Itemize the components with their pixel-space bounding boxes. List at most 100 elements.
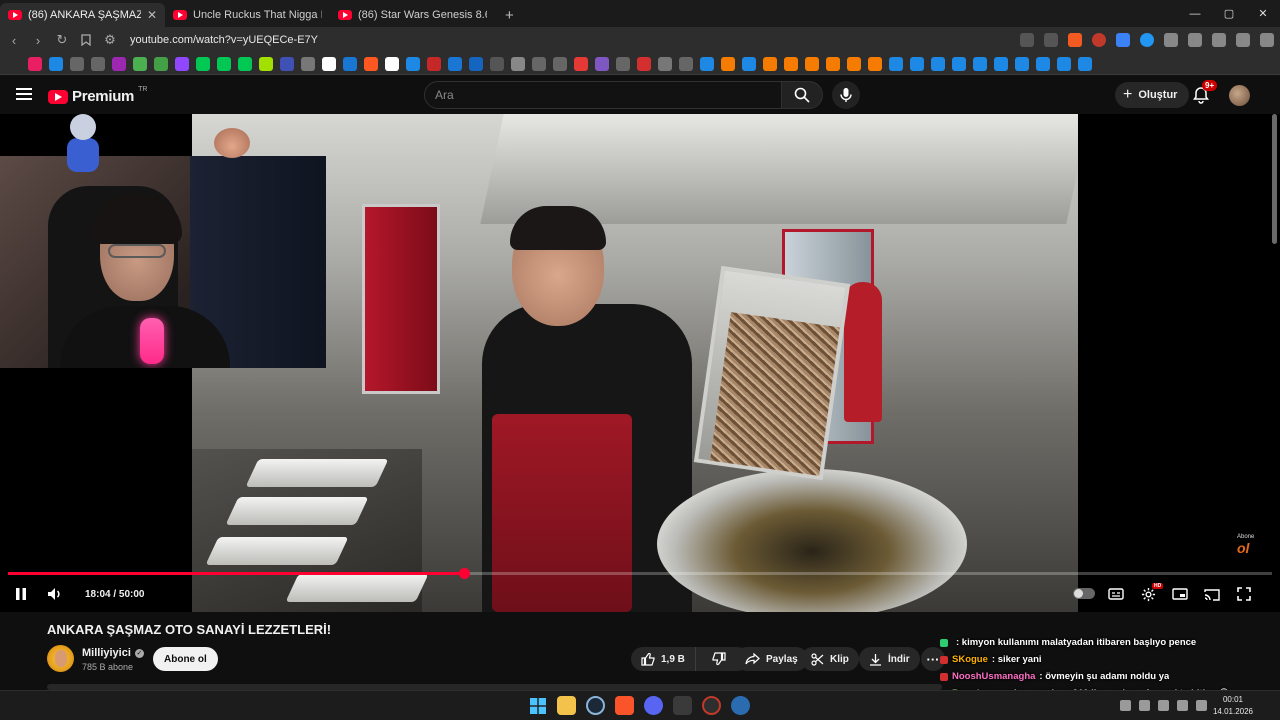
- bookmark-favicon-icon[interactable]: [973, 56, 987, 71]
- discord-icon[interactable]: [644, 696, 663, 715]
- fullscreen-button[interactable]: [1234, 585, 1254, 603]
- tab-close-icon[interactable]: ✕: [147, 8, 157, 22]
- bookmark-favicon-icon[interactable]: [532, 56, 546, 71]
- progress-bar[interactable]: [8, 568, 1272, 579]
- bookmark-favicon-icon[interactable]: [28, 56, 42, 71]
- bookmark-favicon-icon[interactable]: [490, 56, 504, 71]
- bookmark-favicon-icon[interactable]: [595, 56, 609, 71]
- bookmark-favicon-icon[interactable]: [826, 56, 840, 71]
- bookmark-favicon-icon[interactable]: [91, 56, 105, 71]
- bookmark-favicon-icon[interactable]: [805, 56, 819, 71]
- share-button[interactable]: Paylaş: [735, 647, 808, 671]
- extension-icon[interactable]: [1116, 33, 1130, 47]
- subscribe-button[interactable]: Abone ol: [153, 647, 218, 671]
- bookmark-favicon-icon[interactable]: [784, 56, 798, 71]
- obs-icon[interactable]: [702, 696, 721, 715]
- channel-avatar[interactable]: [47, 645, 74, 672]
- extension-icon[interactable]: [1164, 33, 1178, 47]
- bookmark-favicon-icon[interactable]: [553, 56, 567, 71]
- app-icon[interactable]: [673, 696, 692, 715]
- voice-search-button[interactable]: [832, 81, 860, 109]
- system-clock[interactable]: 00:01 14.01.2026: [1209, 694, 1257, 718]
- miniplayer-button[interactable]: [1170, 585, 1190, 603]
- progress-scrubber[interactable]: [459, 568, 470, 579]
- bookmark-favicon-icon[interactable]: [847, 56, 861, 71]
- share-icon[interactable]: [1044, 33, 1058, 47]
- bookmark-favicon-icon[interactable]: [154, 56, 168, 71]
- wifi-icon[interactable]: [1139, 700, 1150, 711]
- bookmark-favicon-icon[interactable]: [511, 56, 525, 71]
- media-icon[interactable]: [1236, 33, 1250, 47]
- bookmark-favicon-icon[interactable]: [931, 56, 945, 71]
- page-scrollbar[interactable]: [1272, 114, 1277, 244]
- bookmark-favicon-icon[interactable]: [658, 56, 672, 71]
- download-button[interactable]: İndir: [859, 647, 920, 671]
- channel-name-link[interactable]: Milliyiyici ✓: [82, 647, 144, 659]
- bookmark-favicon-icon[interactable]: [259, 56, 273, 71]
- forward-icon[interactable]: ›: [30, 32, 46, 48]
- tray-icon[interactable]: [1196, 700, 1207, 711]
- close-window-button[interactable]: ✕: [1246, 0, 1280, 27]
- bookmark-favicon-icon[interactable]: [175, 56, 189, 71]
- bookmark-favicon-icon[interactable]: [679, 56, 693, 71]
- clip-button[interactable]: Klip: [801, 647, 859, 671]
- bookmark-favicon-icon[interactable]: [1057, 56, 1071, 71]
- extension-icon[interactable]: [1140, 33, 1154, 47]
- extension-icon[interactable]: [1092, 33, 1106, 47]
- bookmark-favicon-icon[interactable]: [763, 56, 777, 71]
- bookmark-favicon-icon[interactable]: [1078, 56, 1092, 71]
- bookmark-favicon-icon[interactable]: [994, 56, 1008, 71]
- bookmark-favicon-icon[interactable]: [574, 56, 588, 71]
- bookmark-favicon-icon[interactable]: [238, 56, 252, 71]
- volume-button[interactable]: [46, 585, 64, 603]
- bookmark-favicon-icon[interactable]: [952, 56, 966, 71]
- bookmark-favicon-icon[interactable]: [133, 56, 147, 71]
- tray-icon[interactable]: [1177, 700, 1188, 711]
- bookmark-favicon-icon[interactable]: [280, 56, 294, 71]
- speaker-icon[interactable]: [1158, 700, 1169, 711]
- bookmark-favicon-icon[interactable]: [742, 56, 756, 71]
- sidebar-icon[interactable]: [1212, 33, 1226, 47]
- cast-icon[interactable]: [1020, 33, 1034, 47]
- subtitles-button[interactable]: [1106, 585, 1126, 603]
- bookmark-favicon-icon[interactable]: [364, 56, 378, 71]
- tray-icon[interactable]: [1120, 700, 1131, 711]
- brave-browser-icon[interactable]: [615, 696, 634, 715]
- bookmark-favicon-icon[interactable]: [196, 56, 210, 71]
- maximize-button[interactable]: ▢: [1212, 0, 1246, 27]
- app-icon[interactable]: [731, 696, 750, 715]
- bookmark-favicon-icon[interactable]: [700, 56, 714, 71]
- reload-icon[interactable]: ↻: [54, 32, 70, 48]
- bookmark-favicon-icon[interactable]: [301, 56, 315, 71]
- bookmark-favicon-icon[interactable]: [49, 56, 63, 71]
- bookmark-favicon-icon[interactable]: [910, 56, 924, 71]
- bookmark-favicon-icon[interactable]: [1015, 56, 1029, 71]
- youtube-logo[interactable]: Premium TR: [48, 86, 147, 105]
- menu-icon[interactable]: [1260, 33, 1274, 47]
- bookmark-favicon-icon[interactable]: [217, 56, 231, 71]
- browser-tab[interactable]: (86) Star Wars Genesis 8.6 Preview —: [330, 3, 495, 27]
- bookmark-favicon-icon[interactable]: [385, 56, 399, 71]
- bookmark-favicon-icon[interactable]: [1036, 56, 1050, 71]
- pause-button[interactable]: [12, 585, 30, 603]
- bookmark-favicon-icon[interactable]: [637, 56, 651, 71]
- bookmark-icon[interactable]: [78, 32, 94, 48]
- windows-start-icon[interactable]: [528, 696, 547, 715]
- search-button[interactable]: [781, 81, 823, 109]
- browser-tab[interactable]: Uncle Ruckus That Nigga Is Guilty - Y: [165, 3, 330, 27]
- site-settings-icon[interactable]: ⚙: [102, 32, 118, 48]
- search-input[interactable]: Ara: [424, 81, 782, 109]
- bookmark-favicon-icon[interactable]: [868, 56, 882, 71]
- puzzle-icon[interactable]: [1188, 33, 1202, 47]
- autoplay-toggle[interactable]: [1073, 588, 1095, 599]
- bookmark-favicon-icon[interactable]: [448, 56, 462, 71]
- file-explorer-icon[interactable]: [557, 696, 576, 715]
- hamburger-menu-icon[interactable]: [16, 88, 32, 100]
- like-button[interactable]: 1,9 B: [631, 647, 696, 671]
- bookmark-favicon-icon[interactable]: [889, 56, 903, 71]
- bookmark-favicon-icon[interactable]: [70, 56, 84, 71]
- account-avatar[interactable]: [1229, 85, 1250, 106]
- create-button[interactable]: + Oluştur: [1115, 82, 1190, 108]
- browser-tab-active[interactable]: (86) ANKARA ŞAŞMAZ OTO S ✕: [0, 3, 165, 27]
- bookmark-favicon-icon[interactable]: [469, 56, 483, 71]
